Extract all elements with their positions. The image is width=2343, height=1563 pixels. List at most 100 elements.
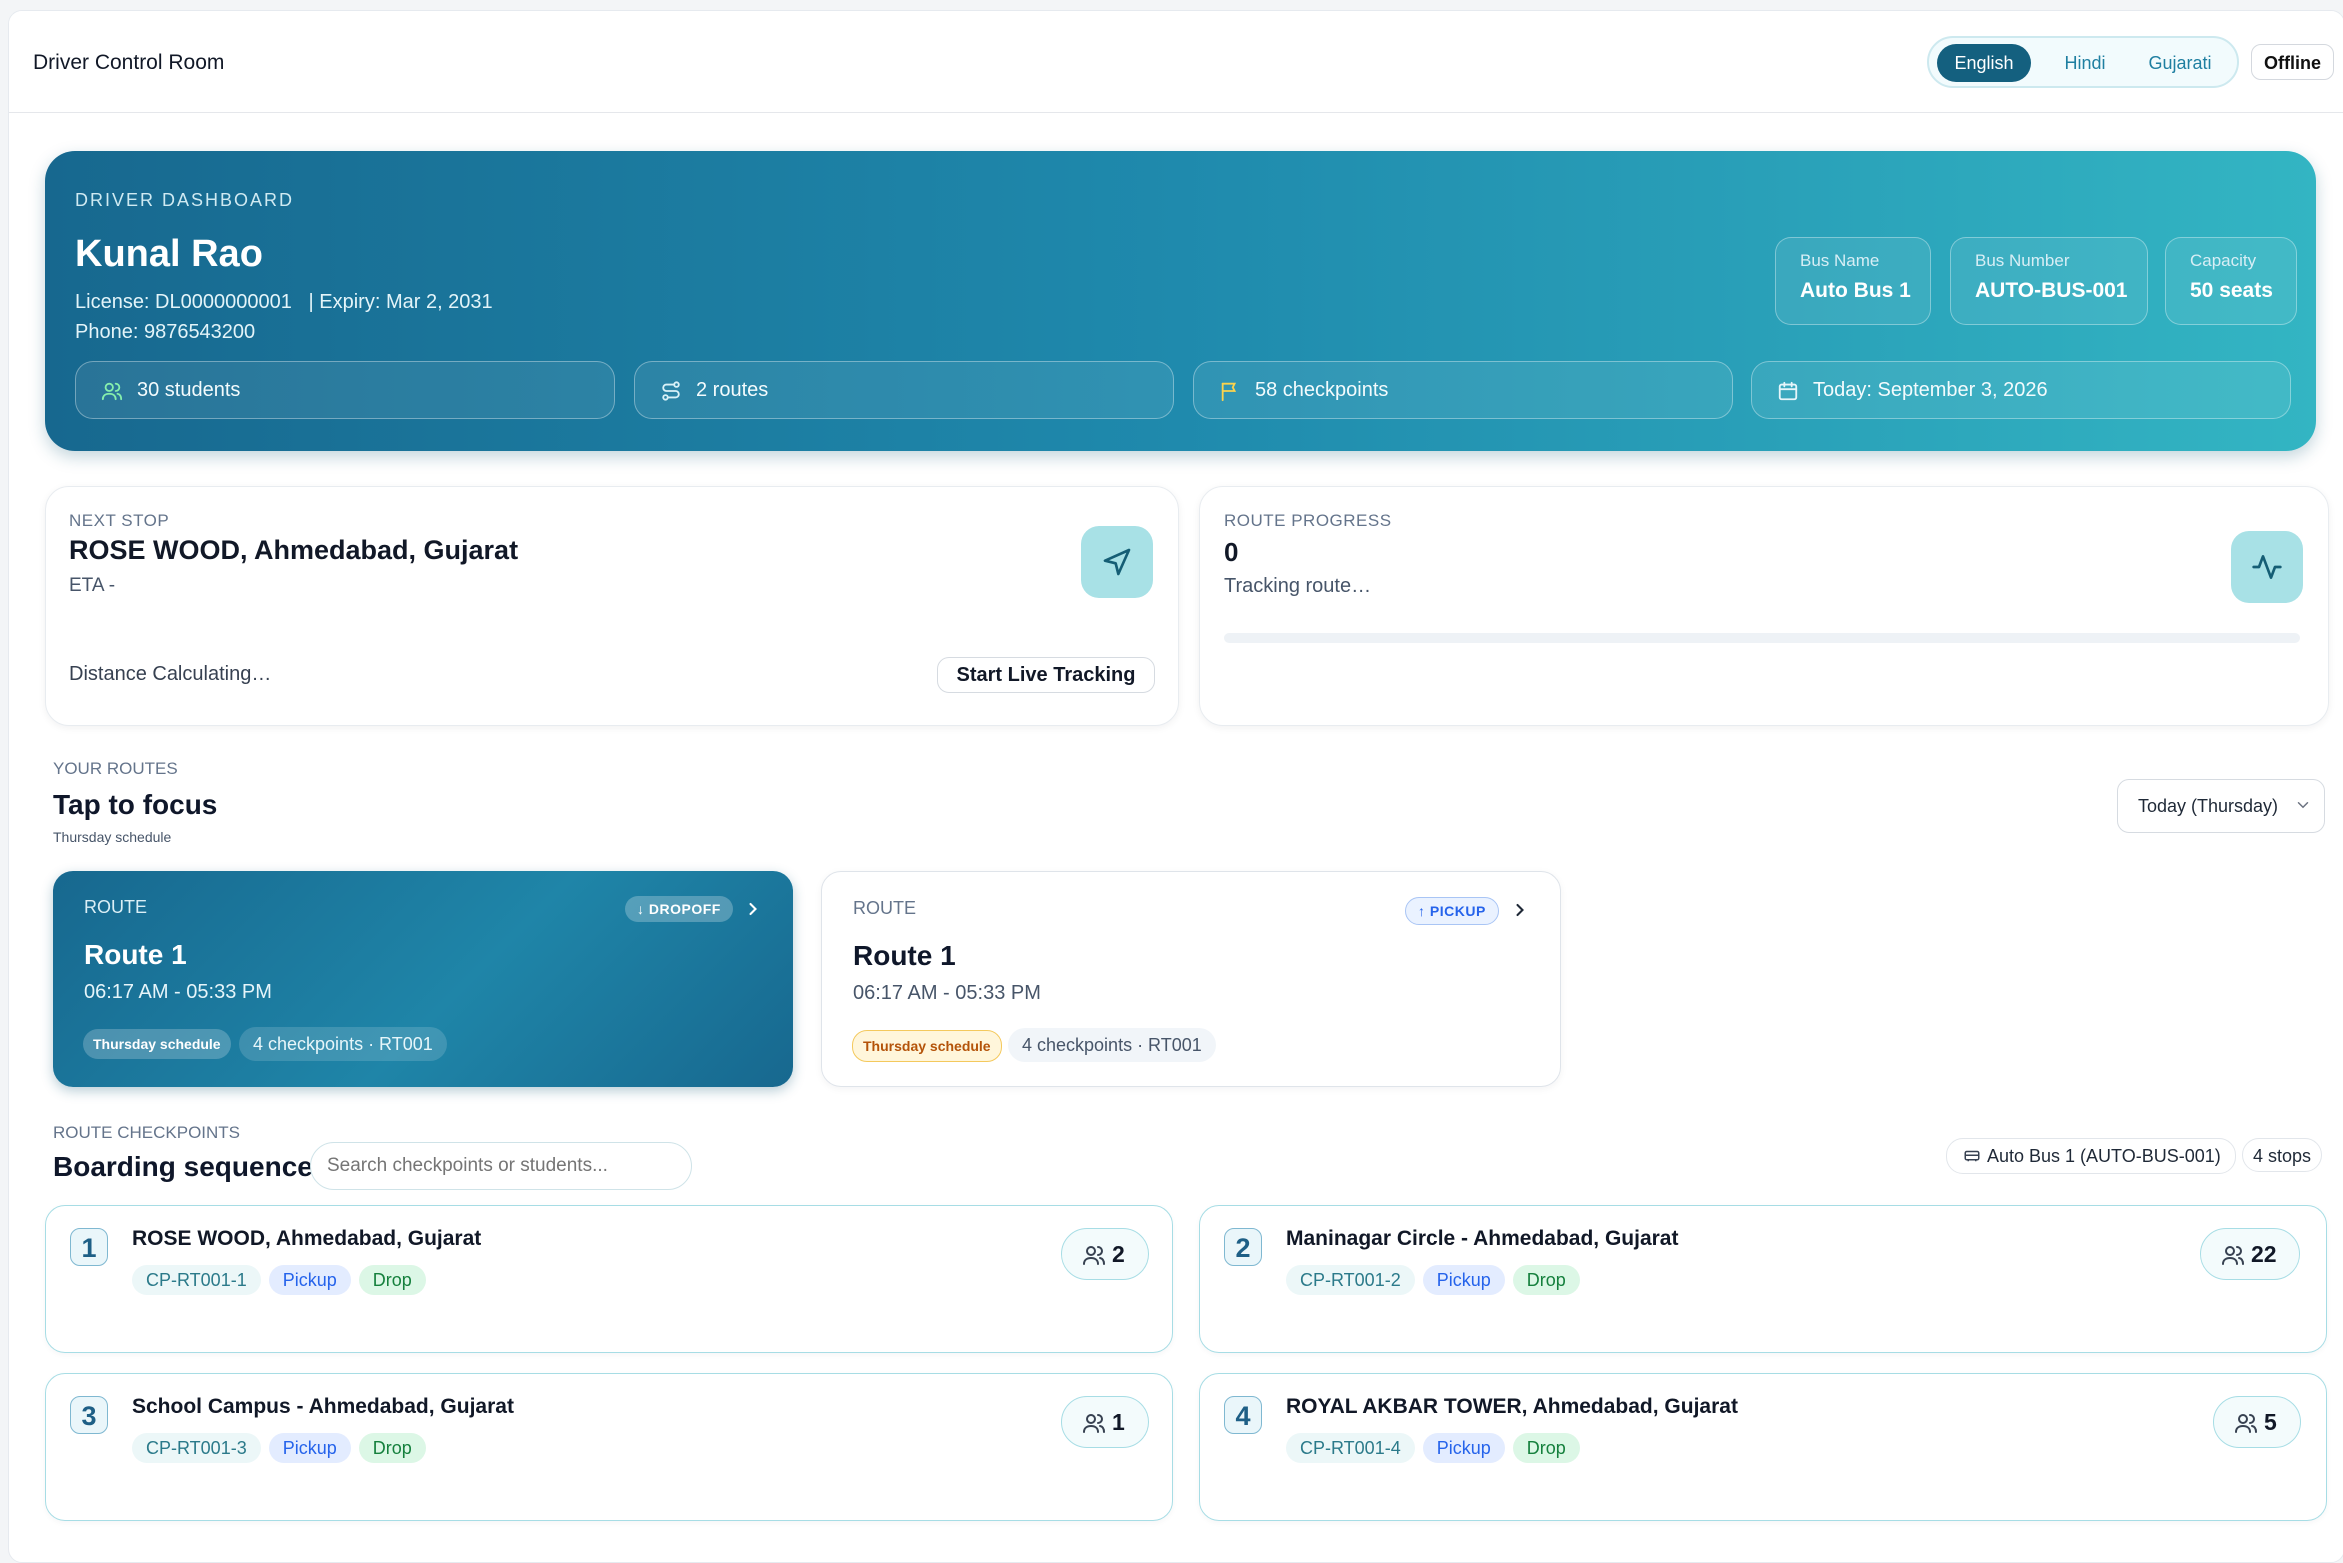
route-label: ROUTE: [853, 898, 916, 918]
route-time: 06:17 AM - 05:33 PM: [853, 982, 1041, 1004]
checkpoint-tags: CP-RT001-4 Pickup Drop: [1286, 1433, 1588, 1463]
pickup-badge: Pickup: [268, 1265, 351, 1295]
next-stop-name: ROSE WOOD, Ahmedabad, Gujarat: [69, 535, 519, 565]
checkpoints-title: Boarding sequence: [53, 1151, 313, 1182]
routes-subtitle: Thursday schedule: [53, 829, 172, 845]
driver-name: Kunal Rao: [75, 233, 263, 275]
students-stat: 30 students: [75, 361, 615, 419]
checkpoint-code: CP-RT001-1: [132, 1265, 261, 1295]
route-meta: 4 checkpoints · RT001: [239, 1027, 447, 1061]
users-icon: [101, 382, 123, 401]
route-name: Route 1: [84, 939, 187, 970]
checkpoints-eyebrow: ROUTE CHECKPOINTS: [53, 1123, 241, 1142]
bus-number-label: Bus Number: [1975, 251, 2070, 270]
driver-hero-card: DRIVER DASHBOARD Kunal Rao License: DL00…: [45, 151, 2316, 451]
pickup-badge: Pickup: [268, 1433, 351, 1463]
checkpoint-name: School Campus - Ahmedabad, Gujarat: [132, 1395, 514, 1418]
capacity-label: Capacity: [2190, 251, 2257, 270]
chevron-right-icon: [1516, 903, 1524, 917]
checkpoint-name: Maninagar Circle - Ahmedabad, Gujarat: [1286, 1227, 1679, 1250]
checkpoints-count: 58 checkpoints: [1255, 379, 1389, 401]
driver-license: License: DL0000000001 | Expiry: Mar 2, 2…: [75, 291, 493, 313]
lang-gujarati-button[interactable]: Gujarati: [2131, 44, 2229, 82]
drop-badge: Drop: [358, 1433, 426, 1463]
students-count: 30 students: [137, 379, 241, 401]
route-progress-card: ROUTE PROGRESS 0 Tracking route…: [1199, 486, 2329, 726]
checkpoint-code: CP-RT001-3: [132, 1433, 261, 1463]
checkpoints-stat: 58 checkpoints: [1193, 361, 1733, 419]
student-count-pill[interactable]: 5: [2213, 1396, 2301, 1448]
chevron-down-icon: [2297, 802, 2309, 809]
route-icon: [662, 381, 680, 401]
next-stop-card: NEXT STOP ROSE WOOD, Ahmedabad, Gujarat …: [45, 486, 1179, 726]
day-filter-value: Today (Thursday): [2138, 796, 2279, 816]
checkpoint-card[interactable]: 3 School Campus - Ahmedabad, Gujarat CP-…: [45, 1373, 1173, 1521]
route-time: 06:17 AM - 05:33 PM: [84, 981, 272, 1003]
navigation-icon: [1103, 548, 1131, 576]
route-progress-bar: [1224, 633, 2300, 643]
checkpoint-number: 1: [70, 1228, 108, 1266]
pickup-badge: Pickup: [1422, 1433, 1505, 1463]
today-stat: Today: September 3, 2026: [1751, 361, 2291, 419]
next-stop-label: NEXT STOP: [69, 511, 170, 530]
bus-icon: [1964, 1150, 1980, 1162]
checkpoint-search-input[interactable]: [310, 1142, 692, 1190]
users-icon: [2235, 1414, 2257, 1433]
routes-eyebrow: YOUR ROUTES: [53, 759, 178, 778]
route-schedule-badge: Thursday schedule: [852, 1030, 1002, 1062]
checkpoint-tags: CP-RT001-3 Pickup Drop: [132, 1433, 434, 1463]
navigate-button[interactable]: [1081, 526, 1153, 598]
student-count-pill[interactable]: 1: [1061, 1396, 1149, 1448]
activity-tile: [2231, 531, 2303, 603]
route-direction-badge: ↓ DROPOFF: [625, 896, 733, 922]
bus-chip: Auto Bus 1 (AUTO-BUS-001): [1946, 1138, 2236, 1174]
bus-name-value: Auto Bus 1: [1800, 279, 1911, 302]
flag-icon: [1221, 382, 1237, 402]
checkpoint-tags: CP-RT001-2 Pickup Drop: [1286, 1265, 1588, 1295]
student-count-pill[interactable]: 22: [2200, 1228, 2300, 1280]
hero-eyebrow: DRIVER DASHBOARD: [75, 190, 295, 210]
day-filter-select[interactable]: Today (Thursday): [2117, 779, 2325, 833]
route-name: Route 1: [853, 940, 956, 971]
route-card-dropoff[interactable]: ROUTE ↓ DROPOFF Route 1 06:17 AM - 05:33…: [53, 871, 793, 1087]
checkpoint-name: ROSE WOOD, Ahmedabad, Gujarat: [132, 1227, 482, 1250]
route-progress-value: 0: [1224, 537, 1239, 567]
checkpoint-tags: CP-RT001-1 Pickup Drop: [132, 1265, 434, 1295]
capacity-value: 50 seats: [2190, 279, 2273, 302]
student-count: 1: [1112, 1409, 1125, 1435]
route-progress-status: Tracking route…: [1224, 575, 1372, 597]
routes-count: 2 routes: [696, 379, 769, 401]
drop-badge: Drop: [358, 1265, 426, 1295]
student-count: 22: [2251, 1241, 2277, 1267]
lang-english-button[interactable]: English: [1937, 44, 2031, 82]
language-switcher: English Hindi Gujarati: [1927, 36, 2239, 88]
drop-badge: Drop: [1512, 1265, 1580, 1295]
routes-title: Tap to focus: [53, 789, 218, 820]
calendar-icon: [1778, 381, 1798, 401]
route-direction-badge: ↑ PICKUP: [1405, 897, 1499, 925]
checkpoint-code: CP-RT001-4: [1286, 1433, 1415, 1463]
checkpoint-name: ROYAL AKBAR TOWER, Ahmedabad, Gujarat: [1286, 1395, 1738, 1418]
student-count-pill[interactable]: 2: [1061, 1228, 1149, 1280]
pickup-badge: Pickup: [1422, 1265, 1505, 1295]
chevron-right-icon: [749, 902, 757, 916]
activity-icon: [2252, 555, 2282, 579]
lang-hindi-button[interactable]: Hindi: [2045, 44, 2125, 82]
route-card-pickup[interactable]: ROUTE ↑ PICKUP Route 1 06:17 AM - 05:33 …: [821, 871, 1561, 1087]
checkpoint-card[interactable]: 4 ROYAL AKBAR TOWER, Ahmedabad, Gujarat …: [1199, 1373, 2327, 1521]
checkpoint-card[interactable]: 1 ROSE WOOD, Ahmedabad, Gujarat CP-RT001…: [45, 1205, 1173, 1353]
start-live-tracking-button[interactable]: Start Live Tracking: [937, 657, 1155, 693]
checkpoint-code: CP-RT001-2: [1286, 1265, 1415, 1295]
route-meta: 4 checkpoints · RT001: [1008, 1028, 1216, 1062]
app-title: Driver Control Room: [33, 51, 225, 74]
checkpoint-card[interactable]: 2 Maninagar Circle - Ahmedabad, Gujarat …: [1199, 1205, 2327, 1353]
checkpoint-number: 3: [70, 1396, 108, 1434]
capacity-card: Capacity 50 seats: [2165, 237, 2297, 325]
app-window: Driver Control Room English Hindi Gujara…: [8, 10, 2343, 1563]
bus-chip-label: Auto Bus 1 (AUTO-BUS-001): [1987, 1146, 2221, 1166]
today-date: Today: September 3, 2026: [1813, 379, 2048, 401]
routes-stat: 2 routes: [634, 361, 1174, 419]
stops-count-chip: 4 stops: [2242, 1138, 2322, 1172]
bus-name-card: Bus Name Auto Bus 1: [1775, 237, 1931, 325]
top-bar: Driver Control Room English Hindi Gujara…: [9, 11, 2343, 113]
